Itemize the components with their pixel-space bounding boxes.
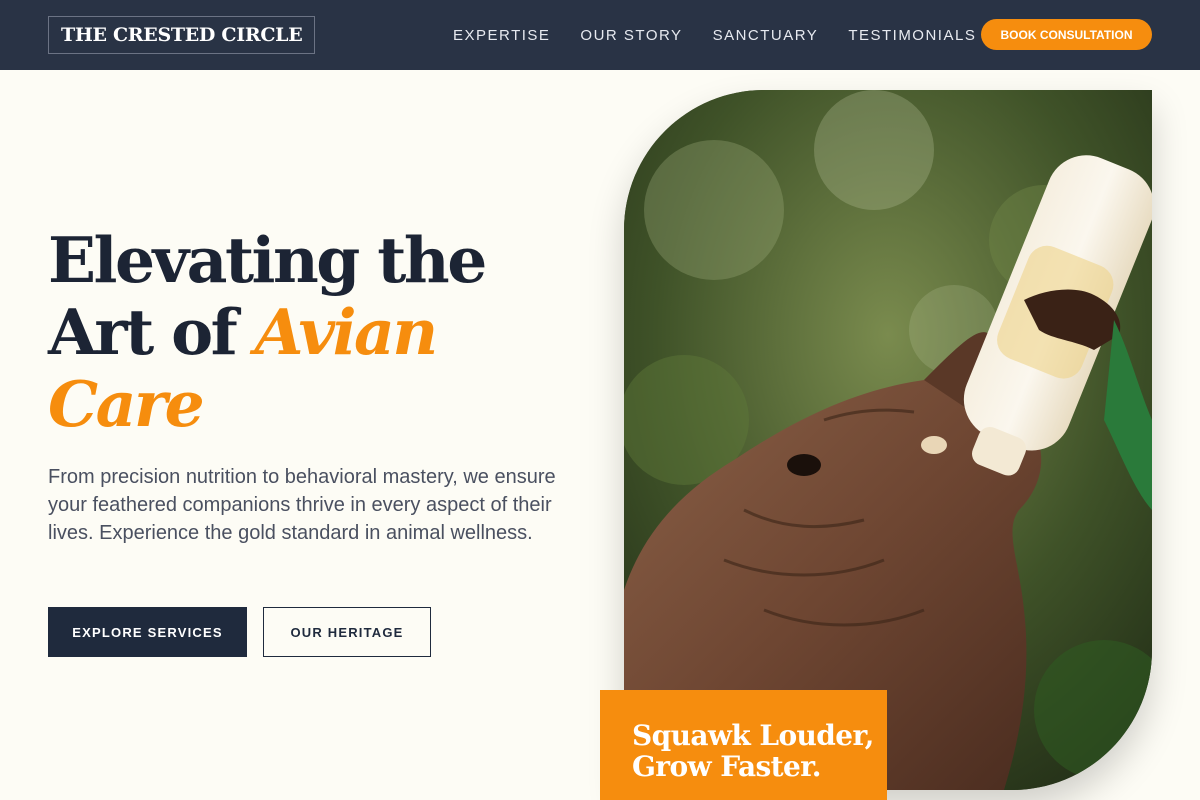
nav-link-sanctuary[interactable]: SANCTUARY: [713, 27, 819, 44]
elephant-feeding-photo-icon: [624, 90, 1152, 790]
hero-description: From precision nutrition to behavioral m…: [48, 466, 556, 544]
hero-title-accent: Avian: [254, 295, 439, 369]
nav-links: EXPERTISE OUR STORY SANCTUARY TESTIMONIA…: [453, 0, 976, 70]
hero-title: Elevating the Art of Avian Care: [48, 224, 608, 440]
nav-link-testimonials[interactable]: TESTIMONIALS: [848, 27, 976, 44]
our-heritage-button[interactable]: OUR HERITAGE: [263, 607, 431, 657]
explore-services-button[interactable]: EXPLORE SERVICES: [48, 607, 247, 657]
promo-line-1: Squawk Louder,: [632, 719, 874, 752]
promo-box: Squawk Louder, Grow Faster.: [600, 690, 887, 800]
hero-title-plain: Art of: [48, 295, 255, 369]
nav-link-expertise[interactable]: EXPERTISE: [453, 27, 550, 44]
brand-logo[interactable]: THE CRESTED CIRCLE: [48, 16, 316, 54]
nav-link-our-story[interactable]: OUR STORY: [580, 27, 682, 44]
promo-line-2: Grow Faster.: [632, 750, 822, 783]
hero-image: [624, 90, 1152, 790]
book-consultation-button[interactable]: BOOK CONSULTATION: [981, 19, 1152, 50]
hero-title-line-2: Art of Avian: [48, 296, 608, 368]
hero-title-line-3: Care: [48, 367, 205, 441]
navbar: THE CRESTED CIRCLE EXPERTISE OUR STORY S…: [0, 0, 1200, 70]
hero-title-line-1: Elevating the: [48, 223, 487, 297]
